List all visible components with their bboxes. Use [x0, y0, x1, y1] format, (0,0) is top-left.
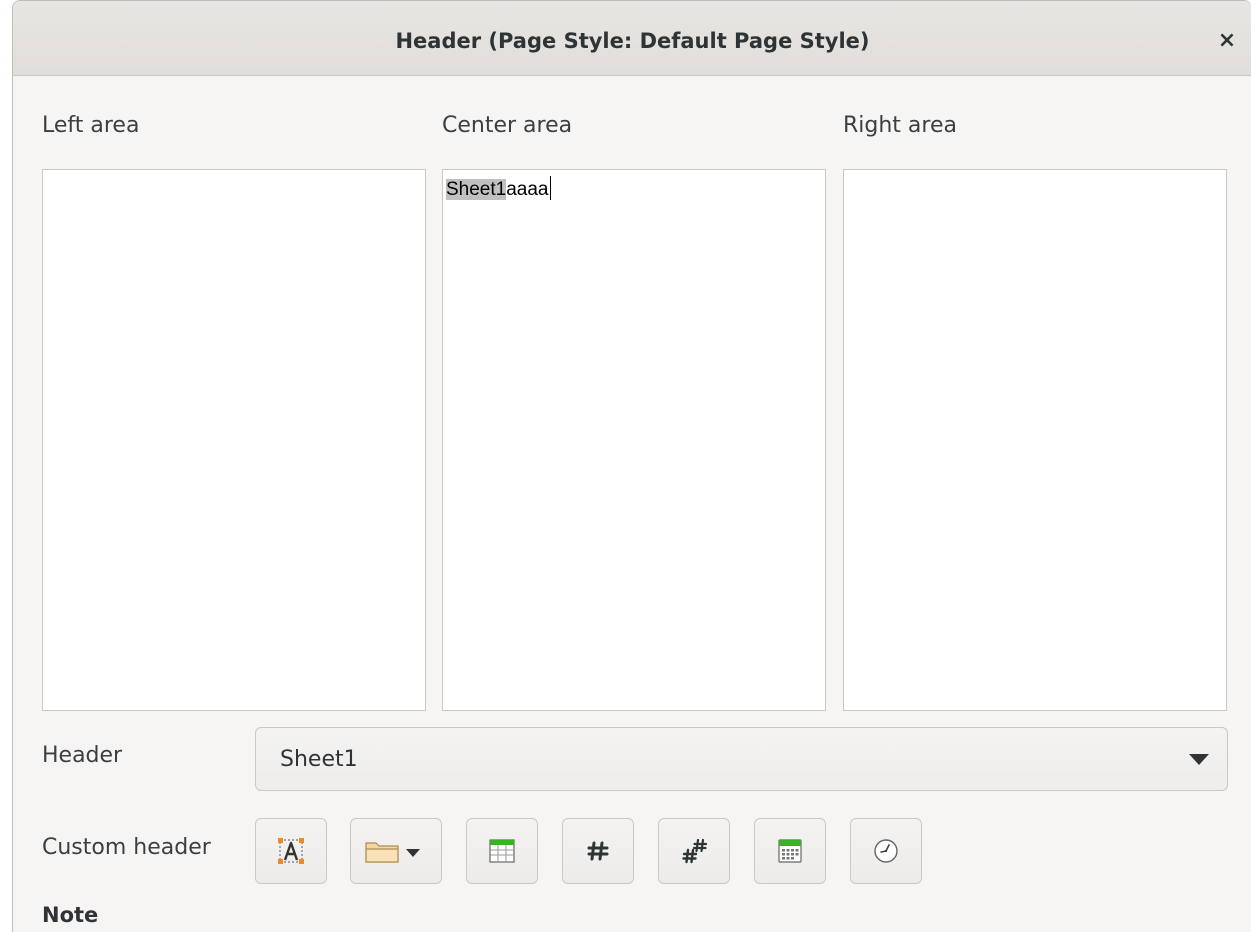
close-icon: ×: [1217, 28, 1237, 53]
text-attributes-button[interactable]: [255, 818, 327, 884]
selected-field-text: Sheet1: [446, 179, 507, 200]
right-area-label: Right area: [843, 113, 957, 138]
dialog-title: Header (Page Style: Default Page Style): [395, 29, 870, 53]
center-area-label: Center area: [442, 113, 573, 138]
date-icon: [778, 839, 802, 863]
date-button[interactable]: [754, 818, 826, 884]
typed-text: aaaa: [506, 179, 549, 200]
text-attributes-icon: [278, 838, 304, 864]
title-dropdown-button[interactable]: [350, 818, 442, 884]
sheet-name-button[interactable]: [466, 818, 538, 884]
left-area-label: Left area: [42, 113, 140, 138]
title-bar[interactable]: Header (Page Style: Default Page Style) …: [13, 1, 1251, 76]
center-area-content: Sheet1aaaa: [446, 176, 551, 201]
right-area-editor[interactable]: [843, 169, 1227, 711]
custom-header-label: Custom header: [42, 835, 211, 860]
center-area-editor[interactable]: Sheet1aaaa: [442, 169, 826, 711]
folder-icon: [365, 842, 420, 863]
time-button[interactable]: [850, 818, 922, 884]
time-icon: [874, 839, 898, 863]
header-dialog: Header (Page Style: Default Page Style) …: [12, 0, 1251, 932]
header-select-value: Sheet1: [280, 747, 358, 772]
left-area-editor[interactable]: [42, 169, 426, 711]
sheet-name-icon: [489, 839, 515, 863]
page-number-icon: [587, 841, 609, 861]
note-heading: Note: [42, 903, 99, 927]
chevron-down-icon: [1189, 754, 1209, 765]
header-select[interactable]: Sheet1: [255, 727, 1228, 791]
text-caret: [549, 176, 551, 200]
header-label: Header: [42, 743, 123, 768]
close-button[interactable]: ×: [1212, 23, 1242, 59]
page-count-icon: [682, 838, 708, 864]
page-number-button[interactable]: [562, 818, 634, 884]
page-count-button[interactable]: [658, 818, 730, 884]
